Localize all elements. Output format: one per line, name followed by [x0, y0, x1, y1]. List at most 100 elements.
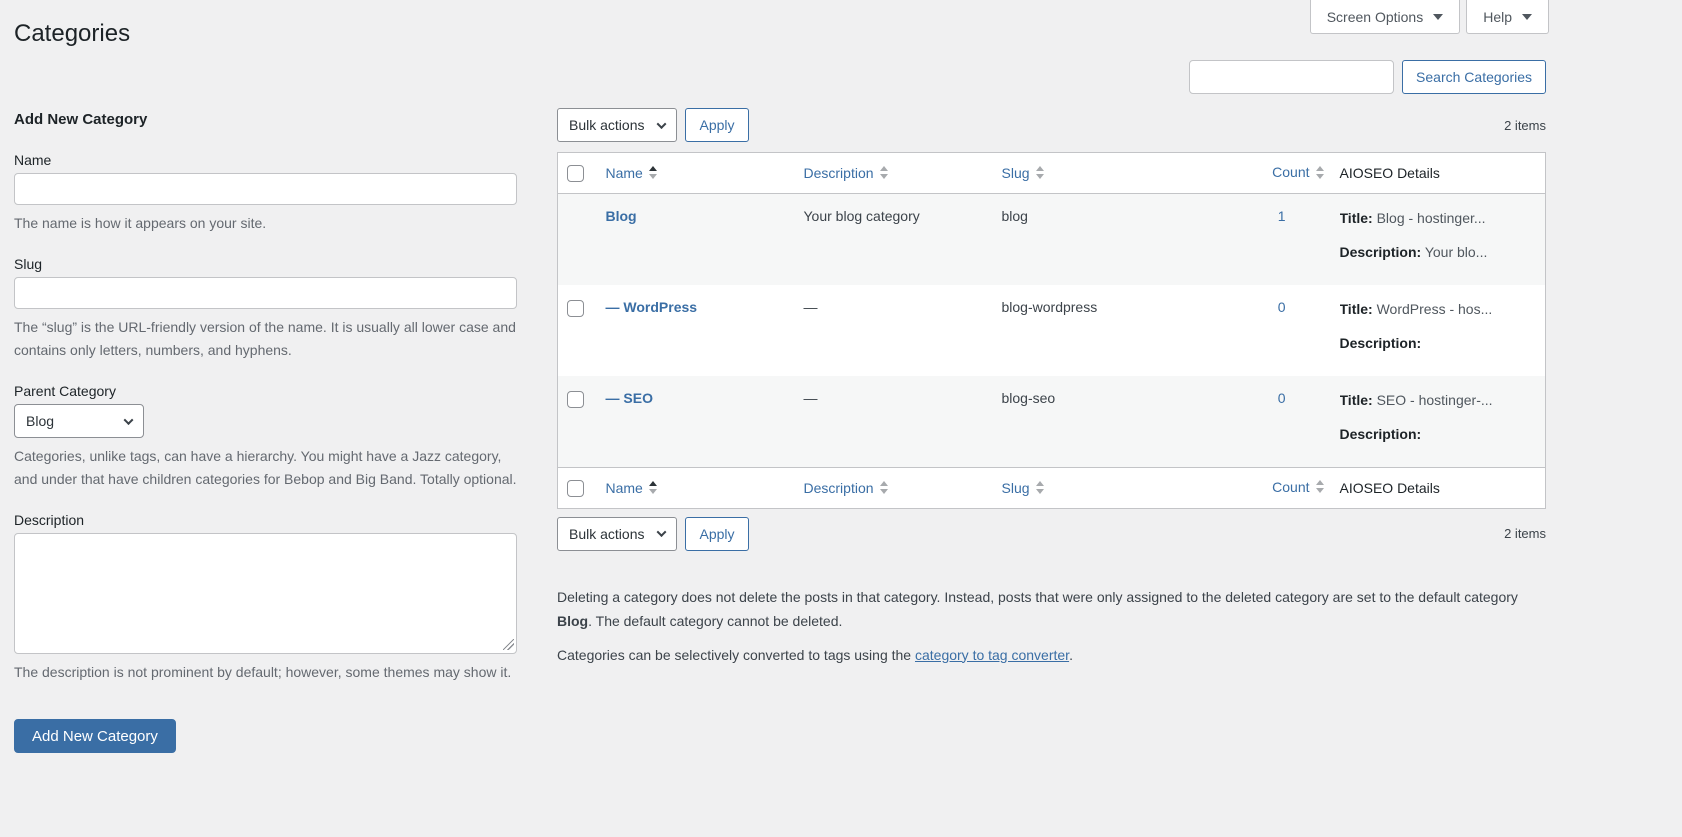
select-all-checkbox[interactable]: [567, 479, 584, 497]
bulk-actions-label: Bulk actions: [569, 117, 645, 133]
screen-options-button[interactable]: Screen Options: [1309, 0, 1461, 34]
column-header-count[interactable]: Count: [1272, 479, 1309, 495]
category-slug-cell: blog: [1001, 207, 1028, 224]
chevron-down-icon: [123, 414, 134, 425]
sort-desc-icon: [1315, 173, 1324, 179]
sort-desc-icon: [648, 174, 657, 180]
slug-field[interactable]: [14, 277, 517, 309]
category-description-cell: —: [803, 298, 818, 315]
sort-indicator-icon: [1315, 165, 1324, 179]
convert-note: Categories can be selectively converted …: [557, 646, 1073, 663]
items-count: 2 items: [1504, 117, 1546, 133]
column-header-name[interactable]: Name: [606, 480, 643, 496]
sort-desc-icon: [879, 174, 888, 180]
sort-indicator-icon: [648, 166, 657, 180]
sort-asc-icon: [1035, 166, 1044, 172]
sort-indicator-icon: [879, 166, 888, 180]
search-input[interactable]: [1189, 60, 1395, 94]
category-name-link[interactable]: — WordPress: [606, 299, 698, 315]
aioseo-title-line: Title: Blog - hostinger...: [1339, 209, 1486, 226]
list-toolbar-top: Bulk actions Apply 2 items: [557, 108, 1546, 142]
column-header-slug[interactable]: Slug: [1002, 165, 1030, 181]
aioseo-title-line: Title: WordPress - hos...: [1339, 300, 1493, 317]
category-count-link[interactable]: 0: [1278, 299, 1286, 315]
screen-meta-links: Screen Options Help: [1309, 0, 1549, 34]
chevron-down-icon: [1433, 13, 1444, 20]
table-header-row: Name Description Slug Count AIOSEO Details: [557, 153, 1546, 194]
sort-desc-icon: [879, 489, 888, 495]
footer-notes: Deleting a category does not delete the …: [557, 585, 1546, 667]
delete-note: Deleting a category does not delete the …: [557, 588, 1518, 629]
parent-help-text: Categories, unlike tags, can have a hier…: [14, 448, 517, 487]
category-name-link[interactable]: Blog: [606, 208, 637, 224]
bulk-actions-label: Bulk actions: [569, 525, 645, 542]
column-header-slug[interactable]: Slug: [1002, 480, 1030, 496]
column-header-description[interactable]: Description: [804, 480, 874, 496]
apply-button[interactable]: Apply: [685, 516, 749, 551]
row-checkbox[interactable]: [567, 390, 584, 408]
slug-label: Slug: [14, 256, 43, 272]
category-count-cell: 0: [1240, 376, 1332, 468]
apply-button[interactable]: Apply: [685, 108, 749, 142]
category-name-cell: Blog: [598, 193, 796, 285]
aioseo-details-cell: Title: SEO - hostinger-... Description:: [1332, 376, 1546, 468]
sort-indicator-icon: [648, 481, 657, 495]
sort-desc-icon: [1315, 488, 1324, 494]
aioseo-details-cell: Title: Blog - hostinger... Description: Y…: [1332, 193, 1546, 285]
sort-asc-icon: [1315, 165, 1324, 171]
form-heading: Add New Category: [14, 111, 148, 128]
sort-desc-icon: [1035, 174, 1044, 180]
category-count-link[interactable]: 0: [1278, 390, 1286, 406]
category-count-cell: 1: [1240, 193, 1332, 285]
select-all-checkbox[interactable]: [567, 164, 584, 182]
aioseo-title-line: Title: SEO - hostinger-...: [1339, 391, 1493, 408]
category-count-cell: 0: [1240, 285, 1332, 376]
slug-help-text: The “slug” is the URL-friendly version o…: [14, 319, 516, 358]
chevron-down-icon: [657, 527, 667, 538]
category-description-cell: —: [803, 389, 818, 406]
sort-desc-icon: [648, 489, 657, 495]
sort-indicator-icon: [1035, 481, 1044, 495]
sort-asc-icon: [648, 481, 657, 487]
sort-asc-icon: [879, 481, 888, 487]
column-header-name[interactable]: Name: [606, 165, 643, 181]
parent-category-value: Blog: [26, 413, 55, 429]
screen-options-label: Screen Options: [1326, 8, 1424, 25]
description-field[interactable]: [14, 533, 517, 654]
sort-desc-icon: [1035, 489, 1044, 495]
search-box: Search Categories: [1189, 60, 1546, 94]
category-count-link[interactable]: 1: [1278, 208, 1286, 224]
page-title: Categories: [14, 20, 131, 47]
aioseo-description-line: Description:: [1339, 425, 1422, 442]
help-label: Help: [1483, 8, 1512, 25]
category-slug-cell: blog-seo: [1001, 389, 1056, 406]
category-name-link[interactable]: — SEO: [606, 390, 653, 406]
column-header-count[interactable]: Count: [1272, 164, 1309, 180]
category-description-cell: Your blog category: [803, 207, 920, 224]
sort-asc-icon: [648, 166, 657, 172]
name-field[interactable]: [14, 173, 517, 205]
table-row: — SEO — blog-seo 0 Title: SEO - hostinger-..…: [557, 375, 1546, 468]
category-name-cell: — WordPress: [598, 285, 796, 376]
name-label: Name: [14, 152, 52, 168]
add-new-category-button[interactable]: Add New Category: [14, 719, 176, 753]
parent-category-label: Parent Category: [14, 383, 116, 399]
items-count: 2 items: [1504, 526, 1546, 542]
category-to-tag-converter-link[interactable]: category to tag converter: [915, 647, 1069, 663]
aioseo-details-cell: Title: WordPress - hos... Description:: [1332, 285, 1546, 376]
search-categories-button[interactable]: Search Categories: [1402, 60, 1546, 94]
table-body: Blog Your blog category blog 1 Title: Blog -…: [557, 193, 1546, 468]
parent-category-select[interactable]: Blog: [14, 404, 144, 438]
sort-asc-icon: [879, 166, 888, 172]
categories-table: Name Description Slug Count AIOSEO Details B…: [557, 152, 1546, 509]
description-label: Description: [14, 512, 85, 528]
help-button[interactable]: Help: [1466, 0, 1549, 34]
bulk-actions-select[interactable]: Bulk actions: [557, 108, 678, 142]
description-help-text: The description is not prominent by defa…: [14, 664, 512, 680]
bulk-actions-select[interactable]: Bulk actions: [557, 516, 678, 551]
sort-asc-icon: [1315, 480, 1324, 486]
table-row: Blog Your blog category blog 1 Title: Blog -…: [557, 193, 1546, 285]
column-header-description[interactable]: Description: [804, 165, 874, 181]
resize-handle-icon[interactable]: [503, 639, 514, 650]
row-checkbox[interactable]: [567, 299, 584, 317]
